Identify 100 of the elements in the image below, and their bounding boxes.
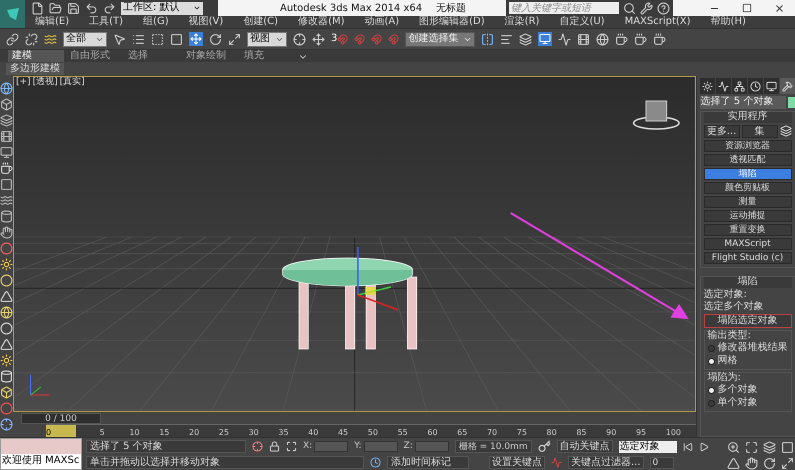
menu-item[interactable]: 渲染(R): [504, 17, 540, 27]
ribbon-tab[interactable]: 建模: [8, 50, 64, 62]
track-bar[interactable]: 0 5 10 15 20 25 30 35 40 45 50 55 60 65 70 75 80 85 90 95 100: [46, 424, 696, 437]
viewport-label[interactable]: [+]: [16, 78, 31, 87]
light-icon[interactable]: [0, 354, 13, 367]
workspace-dropdown[interactable]: 工作区: 默认: [121, 2, 203, 14]
maxscript-listener-field[interactable]: [1, 439, 81, 454]
selection-name-field[interactable]: 选择了 5 个对象: [700, 96, 786, 109]
object-color-swatch[interactable]: [788, 97, 795, 108]
pan-icon[interactable]: [744, 456, 758, 470]
app-logo-button[interactable]: [0, 0, 25, 28]
command-panel-tab[interactable]: [748, 78, 764, 94]
schematic-icon[interactable]: [577, 32, 590, 46]
field-of-view-icon[interactable]: [726, 456, 740, 470]
menu-item[interactable]: 动画(A): [364, 17, 400, 27]
dropdown[interactable]: 视图: [247, 32, 287, 46]
utility-button[interactable]: 测量: [704, 196, 792, 208]
teapot-icon[interactable]: [0, 162, 13, 175]
curve-editor-icon[interactable]: [558, 32, 572, 46]
menu-item[interactable]: 图形编辑器(D): [419, 17, 485, 27]
coordinate-field[interactable]: [414, 441, 449, 452]
command-panel-tab[interactable]: [780, 78, 795, 94]
cone-icon[interactable]: [0, 290, 13, 303]
command-panel-tab[interactable]: [732, 78, 748, 94]
viewport-label[interactable]: [真实]: [60, 78, 85, 87]
utility-button[interactable]: 重置变换: [704, 224, 792, 236]
close-icon[interactable]: [774, 2, 785, 14]
ribbon-tab[interactable]: 填充: [240, 50, 296, 62]
waves-icon[interactable]: [0, 194, 13, 207]
ribbon-panel-label[interactable]: 多边形建模: [6, 63, 64, 75]
pyramid-icon[interactable]: [0, 338, 13, 351]
menu-item[interactable]: MAXScript(X): [624, 17, 691, 27]
key-filters-button[interactable]: 关键点过滤器...: [568, 456, 644, 469]
go-to-start-icon[interactable]: [682, 442, 693, 452]
coordinate-field[interactable]: [364, 441, 398, 452]
redo-icon[interactable]: [103, 2, 116, 14]
play-icon[interactable]: [698, 442, 709, 452]
save-icon[interactable]: [67, 2, 80, 14]
manipulate-icon[interactable]: [312, 32, 325, 46]
cube-icon[interactable]: [0, 98, 13, 111]
more-button[interactable]: 更多...: [704, 125, 740, 138]
menu-item[interactable]: 修改器(M): [298, 17, 344, 27]
isolate-icon[interactable]: [252, 441, 263, 452]
render-icon[interactable]: [653, 32, 666, 46]
menu-item[interactable]: 帮助(H): [710, 17, 746, 27]
layers-icon[interactable]: [519, 32, 532, 46]
frame-field[interactable]: 0: [650, 456, 674, 468]
sets-button[interactable]: 集: [742, 125, 778, 138]
radio-option[interactable]: 多个对象: [708, 384, 788, 396]
maximize-icon[interactable]: [742, 3, 752, 13]
particles-icon[interactable]: [0, 402, 13, 415]
add-time-tag-field[interactable]: 添加时间标记: [387, 456, 469, 469]
command-panel-tab[interactable]: [700, 78, 715, 94]
snap-toggle[interactable]: 3: [331, 34, 338, 44]
rollout-header[interactable]: 塌陷: [704, 277, 792, 288]
sun-icon[interactable]: [0, 258, 13, 271]
selection-set-field[interactable]: 创建选择集: [405, 32, 476, 46]
rotate-icon[interactable]: [209, 32, 222, 46]
sphere-icon[interactable]: [0, 274, 13, 287]
zoom-extents-icon[interactable]: [744, 440, 758, 454]
search-icon[interactable]: [623, 2, 636, 14]
zoom-icon[interactable]: [726, 440, 740, 454]
utility-button[interactable]: 运动捕捉: [704, 210, 792, 222]
globe-icon[interactable]: [0, 82, 13, 95]
scale-icon[interactable]: [228, 32, 241, 46]
menu-item[interactable]: 工具(T): [89, 17, 124, 27]
box-icon[interactable]: [0, 386, 13, 399]
radio-option[interactable]: 修改器堆栈结果: [708, 342, 788, 354]
utility-button[interactable]: 资源浏览器: [704, 140, 792, 152]
key-mode-dropdown[interactable]: 选定对象: [618, 440, 677, 452]
rollout-header[interactable]: 实用程序: [704, 112, 792, 123]
monitor-icon[interactable]: [0, 146, 13, 159]
orbit-icon[interactable]: [762, 456, 776, 470]
undo-icon[interactable]: [85, 2, 98, 14]
utility-button[interactable]: Flight Studio (c): [704, 252, 792, 264]
viewport[interactable]: [+] [透视] [真实]: [13, 76, 696, 412]
layers-icon[interactable]: [0, 114, 13, 127]
ribbon-tab[interactable]: 选择: [124, 50, 180, 62]
frame-counter[interactable]: 0 / 100: [21, 412, 101, 424]
circle-icon[interactable]: [0, 242, 13, 255]
unlink-icon[interactable]: [25, 32, 38, 46]
square-icon[interactable]: [0, 178, 13, 191]
utility-button[interactable]: 颜色剪贴板: [704, 182, 792, 194]
open-folder-icon[interactable]: [49, 2, 62, 14]
ribbon-tab[interactable]: 对象绘制: [182, 50, 238, 62]
search-field[interactable]: 键入关键字或短语: [509, 2, 620, 14]
align-icon[interactable]: [500, 32, 514, 46]
dropdown[interactable]: 全部: [63, 32, 107, 46]
render-setup-icon[interactable]: [615, 32, 628, 46]
maxscript-listener-text[interactable]: 欢迎使用 MAXSc: [1, 454, 81, 469]
bind-icon[interactable]: [44, 32, 57, 46]
menu-item[interactable]: 创建(C): [243, 17, 278, 27]
collapse-selected-button[interactable]: 塌陷选定对象: [704, 314, 792, 328]
helper-icon[interactable]: [0, 418, 13, 431]
command-panel-tab[interactable]: [716, 78, 731, 94]
radio-option[interactable]: 网格: [708, 355, 788, 367]
link-icon[interactable]: [6, 32, 19, 46]
wrench-icon[interactable]: [640, 2, 654, 14]
globe-icon[interactable]: [0, 306, 13, 319]
select-icon[interactable]: [113, 32, 126, 46]
